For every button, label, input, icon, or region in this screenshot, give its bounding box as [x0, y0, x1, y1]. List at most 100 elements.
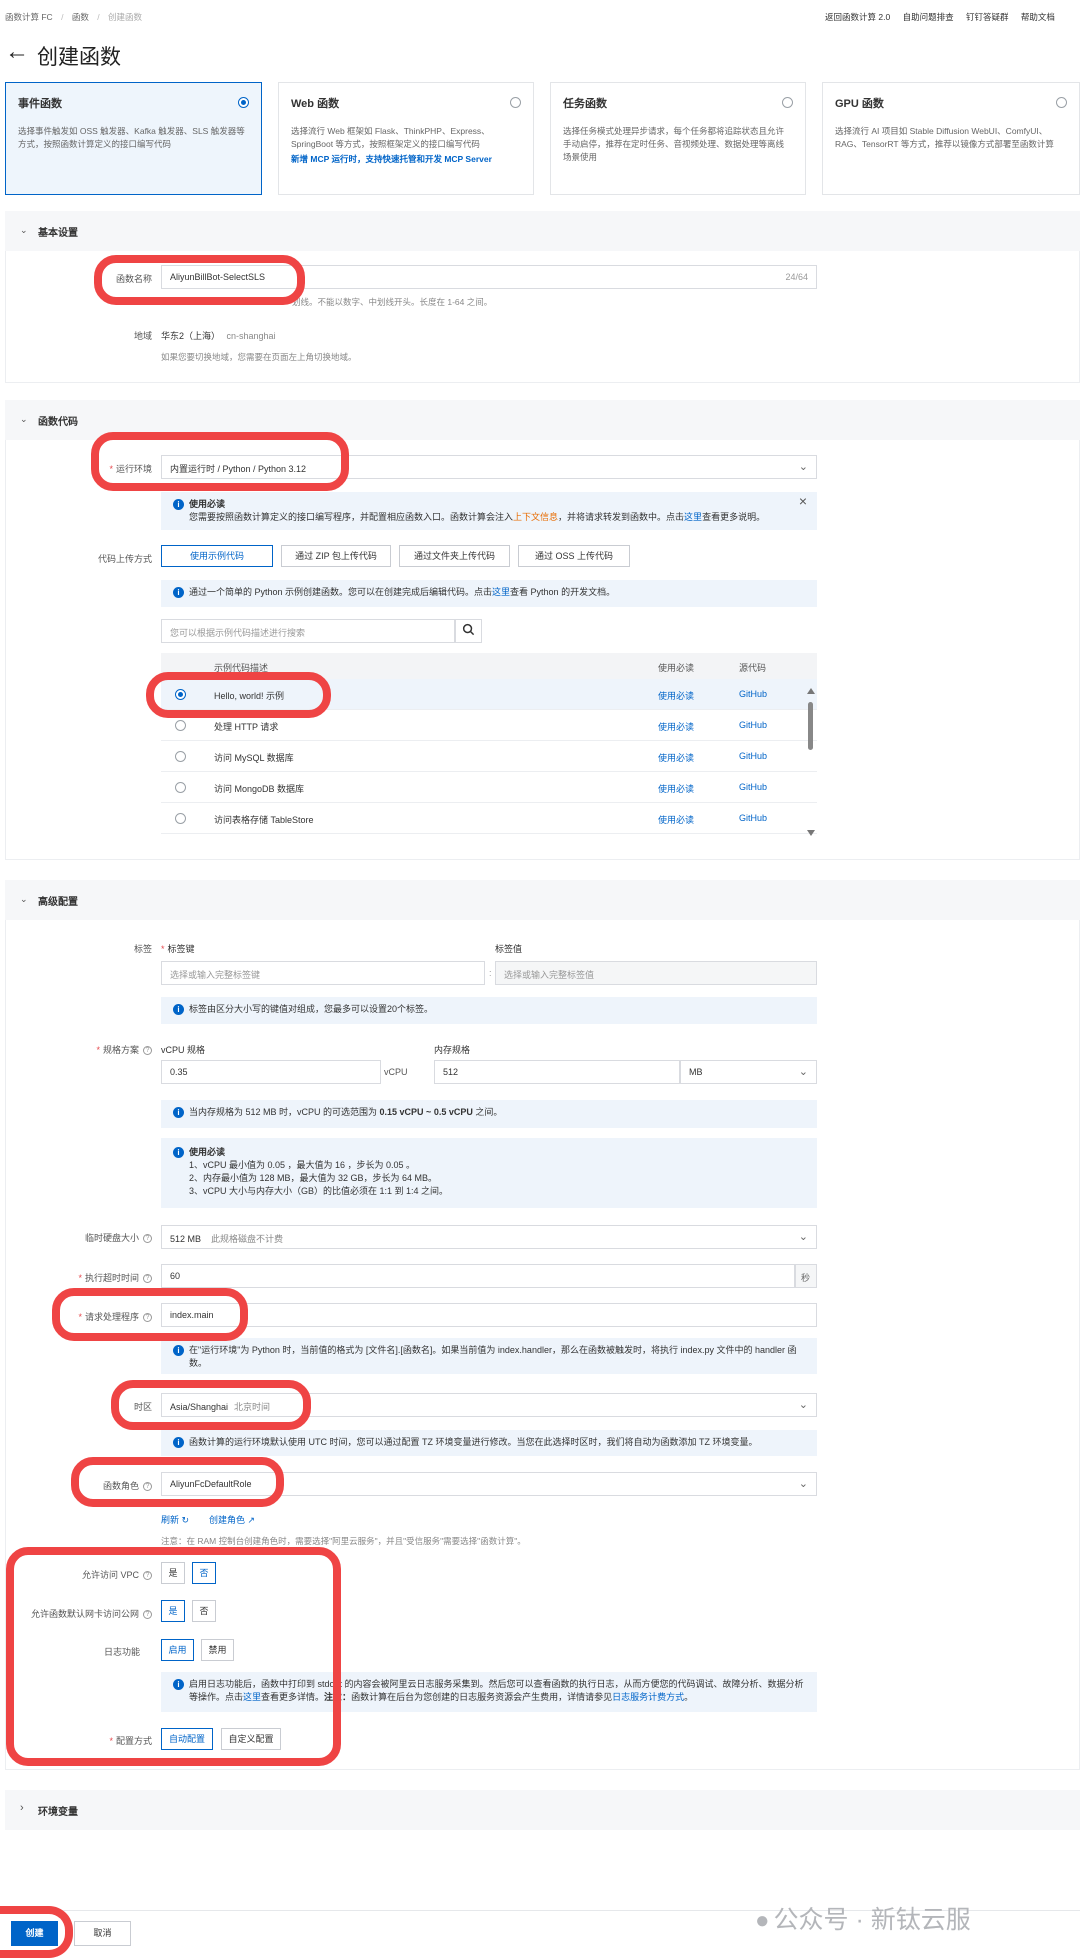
role-select[interactable]: AliyunFcDefaultRole ⌄: [161, 1472, 817, 1496]
read-link[interactable]: 使用必读: [658, 751, 694, 764]
vpc-no-button[interactable]: 否: [192, 1562, 216, 1584]
row-radio[interactable]: [175, 782, 186, 793]
top-link[interactable]: 钉钉答疑群: [966, 12, 1009, 22]
internet-yes-button[interactable]: 是: [161, 1600, 185, 1622]
timeout-unit: 秒: [795, 1264, 817, 1288]
type-card-title: GPU 函数: [835, 98, 884, 110]
tag-value-label: 标签值: [495, 944, 523, 954]
notice-here-link[interactable]: 这里: [684, 512, 702, 522]
region-hint: 如果您要切换地域，您需要在页面左上角切换地域。: [161, 352, 357, 362]
mcp-link[interactable]: 新增 MCP 运行时，支持快速托管和开发 MCP Server: [291, 153, 519, 166]
log-enable-button[interactable]: 启用: [161, 1639, 194, 1661]
breadcrumb-item[interactable]: 函数计算 FC: [5, 12, 53, 22]
internet-no-button[interactable]: 否: [192, 1600, 216, 1622]
read-link[interactable]: 使用必读: [658, 689, 694, 702]
tag-info: i 标签由区分大小写的键值对组成，您最多可以设置20个标签。: [161, 997, 817, 1024]
type-card-web[interactable]: Web 函数 选择流行 Web 框架如 Flask、ThinkPHP、Expre…: [278, 82, 534, 195]
handler-input[interactable]: index.main: [161, 1303, 817, 1327]
github-link[interactable]: GitHub: [739, 813, 767, 823]
python-docs-link[interactable]: 这里: [492, 587, 510, 597]
mem-input[interactable]: 512: [434, 1060, 680, 1084]
upload-zip-button[interactable]: 通过 ZIP 包上传代码: [281, 545, 391, 567]
refresh-link[interactable]: 刷新 ↻: [161, 1513, 189, 1526]
function-name-input[interactable]: AliyunBillBot-SelectSLS 24/64: [161, 265, 817, 289]
table-row[interactable]: 处理 HTTP 请求 使用必读 GitHub: [161, 710, 817, 741]
disk-select[interactable]: 512 MB 此规格磁盘不计费 ⌄: [161, 1225, 817, 1249]
breadcrumb-item[interactable]: 函数: [72, 12, 89, 22]
function-code-header[interactable]: ⌄ 函数代码: [5, 400, 1080, 440]
type-radio[interactable]: [238, 97, 249, 108]
config-custom-button[interactable]: 自定义配置: [221, 1728, 281, 1750]
top-links: 返回函数计算 2.0 自助问题排查 钉钉答疑群 帮助文档: [825, 11, 1055, 23]
spec-notice: i 使用必读 1、vCPU 最小值为 0.05 ，最大值为 16 ，步长为 0.…: [161, 1138, 817, 1208]
region-label: 地域: [133, 331, 152, 341]
type-card-desc: 选择流行 AI 项目如 Stable Diffusion WebUI、Comfy…: [835, 126, 1054, 149]
vpc-yes-button[interactable]: 是: [161, 1562, 185, 1584]
upload-sample-button[interactable]: 使用示例代码: [161, 545, 273, 567]
timezone-info: i 函数计算的运行环境默认使用 UTC 时间，您可以通过配置 TZ 环境变量进行…: [161, 1430, 817, 1456]
runtime-select[interactable]: 内置运行时 / Python / Python 3.12 ⌄: [161, 455, 817, 479]
config-auto-button[interactable]: 自动配置: [161, 1728, 213, 1750]
upload-oss-button[interactable]: 通过 OSS 上传代码: [518, 545, 630, 567]
cancel-button[interactable]: 取消: [74, 1921, 131, 1946]
vcpu-input[interactable]: 0.35: [161, 1060, 381, 1084]
basic-settings-header[interactable]: ⌄ 基本设置: [5, 211, 1080, 251]
type-card-gpu[interactable]: GPU 函数 选择流行 AI 项目如 Stable Diffusion WebU…: [822, 82, 1080, 195]
github-link[interactable]: GitHub: [739, 720, 767, 730]
disk-label: 临时硬盘大小?: [60, 1231, 152, 1244]
advanced-header[interactable]: ⌄ 高级配置: [5, 880, 1080, 920]
back-arrow-icon[interactable]: ←: [5, 38, 29, 66]
tag-value-input[interactable]: 选择或输入完整标签值: [495, 961, 817, 985]
row-radio[interactable]: [175, 751, 186, 762]
github-link[interactable]: GitHub: [739, 689, 767, 699]
info-icon: i: [173, 1345, 184, 1356]
github-link[interactable]: GitHub: [739, 782, 767, 792]
table-row[interactable]: 访问 MySQL 数据库 使用必读 GitHub: [161, 741, 817, 772]
tag-key-input[interactable]: 选择或输入完整标签键: [161, 961, 485, 985]
top-link[interactable]: 帮助文档: [1021, 12, 1055, 22]
name-char-count: 24/64: [785, 272, 808, 282]
read-link[interactable]: 使用必读: [658, 813, 694, 826]
type-radio[interactable]: [782, 97, 793, 108]
type-card-title: 任务函数: [563, 98, 607, 110]
row-radio[interactable]: [175, 813, 186, 824]
mem-unit-select[interactable]: MB ⌄: [680, 1060, 817, 1084]
sample-search-input[interactable]: 您可以根据示例代码描述进行搜索: [161, 619, 455, 643]
timeout-input[interactable]: 60: [161, 1264, 795, 1288]
timezone-select[interactable]: Asia/Shanghai 北京时间 ⌄: [161, 1393, 817, 1417]
table-row[interactable]: Hello, world! 示例 使用必读 GitHub: [161, 679, 817, 710]
vpc-label: 允许访问 VPC?: [40, 1568, 152, 1581]
type-card-task[interactable]: 任务函数 选择任务模式处理异步请求，每个任务都将追踪状态且允许手动启停，推荐在定…: [550, 82, 806, 195]
log-billing-link[interactable]: 日志服务计费方式: [612, 1692, 684, 1702]
upload-folder-button[interactable]: 通过文件夹上传代码: [399, 545, 510, 567]
create-role-link[interactable]: 创建角色 ↗: [209, 1513, 255, 1526]
type-radio[interactable]: [1056, 97, 1067, 108]
chevron-down-icon: ⌄: [20, 225, 28, 235]
read-link[interactable]: 使用必读: [658, 720, 694, 733]
table-row[interactable]: 访问 MongoDB 数据库 使用必读 GitHub: [161, 772, 817, 803]
env-vars-header[interactable]: › 环境变量: [5, 1790, 1080, 1830]
table-row[interactable]: 访问表格存储 TableStore 使用必读 GitHub: [161, 803, 817, 834]
region-value: 华东2（上海） cn-shanghai: [161, 331, 276, 341]
info-icon: i: [173, 1437, 184, 1448]
vcpu-label: vCPU 规格: [161, 1045, 206, 1055]
close-icon[interactable]: ×: [799, 494, 807, 508]
timezone-label: 时区: [133, 1402, 152, 1412]
read-link[interactable]: 使用必读: [658, 782, 694, 795]
table-scrollbar[interactable]: [806, 688, 816, 836]
search-button[interactable]: [455, 619, 482, 643]
log-here-link[interactable]: 这里: [243, 1692, 261, 1702]
log-disable-button[interactable]: 禁用: [201, 1639, 234, 1661]
row-radio[interactable]: [175, 689, 186, 700]
create-button[interactable]: 创建: [11, 1921, 58, 1946]
timeout-label: * 执行超时时间?: [60, 1271, 152, 1284]
context-link[interactable]: 上下文信息: [513, 512, 558, 522]
type-radio[interactable]: [510, 97, 521, 108]
row-radio[interactable]: [175, 720, 186, 731]
refresh-icon: ↻: [181, 1515, 190, 1525]
chevron-down-icon: ⌄: [798, 1478, 808, 1490]
top-link[interactable]: 自助问题排查: [903, 12, 954, 22]
type-card-event[interactable]: 事件函数 选择事件触发如 OSS 触发器、Kafka 触发器、SLS 触发器等方…: [5, 82, 262, 195]
top-link[interactable]: 返回函数计算 2.0: [825, 12, 890, 22]
github-link[interactable]: GitHub: [739, 751, 767, 761]
